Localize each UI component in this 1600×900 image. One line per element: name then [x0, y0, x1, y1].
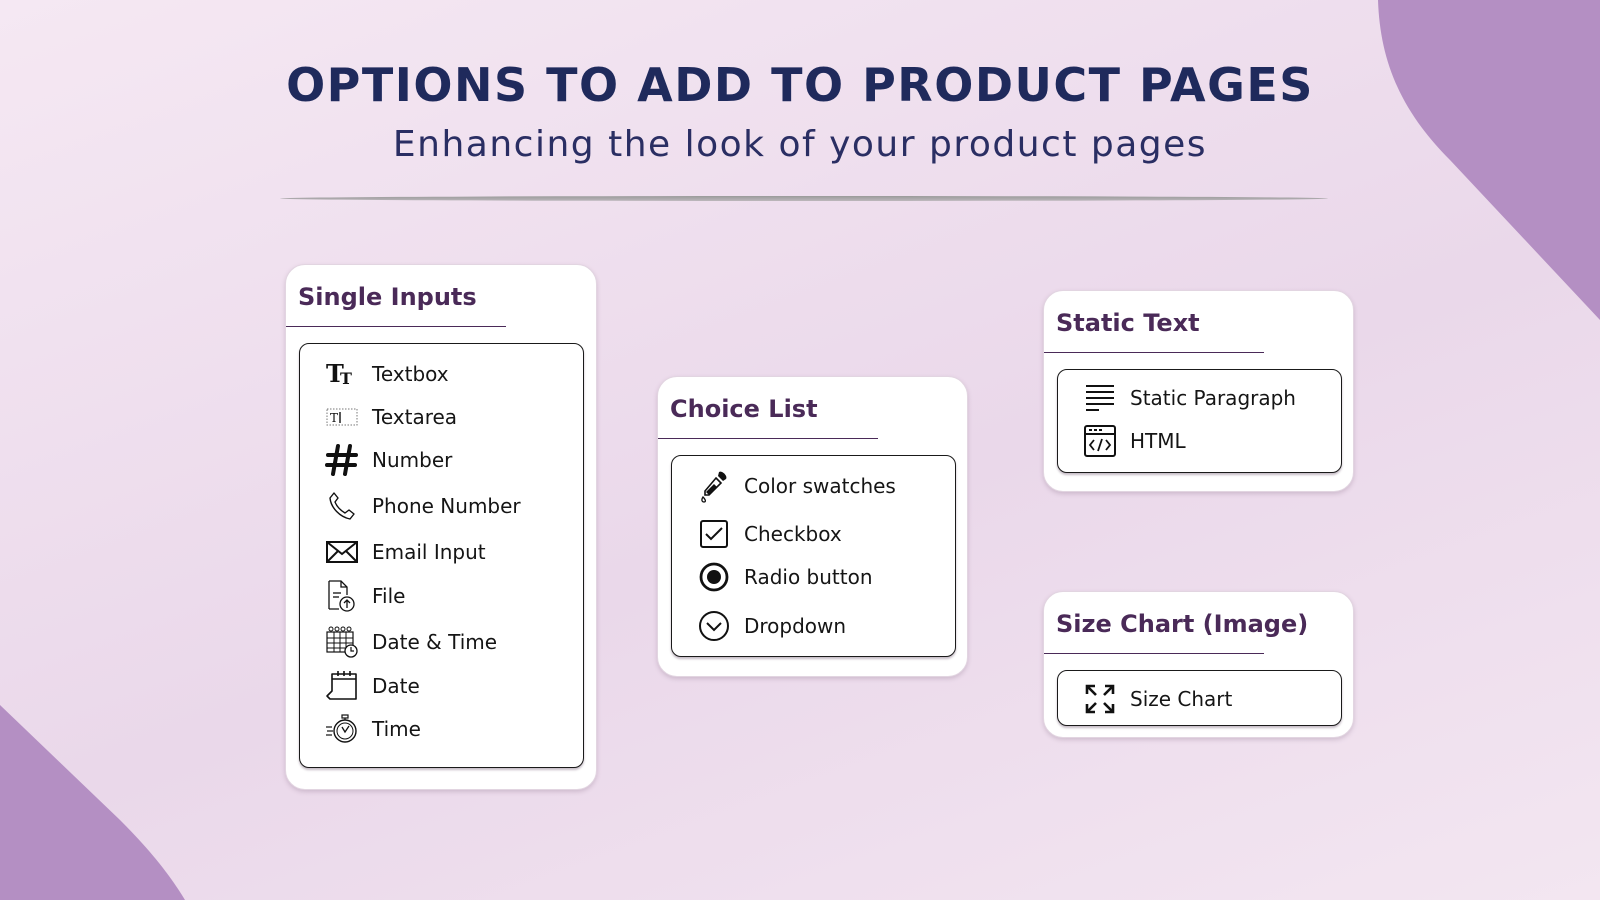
- list-item-date-time[interactable]: Date & Time: [324, 624, 497, 660]
- code-window-icon: [1082, 423, 1118, 459]
- list-item-checkbox[interactable]: Checkbox: [696, 516, 842, 552]
- options-list: Static Paragraph HTML: [1057, 369, 1342, 473]
- card-title: Size Chart (Image): [1056, 610, 1309, 638]
- card-title-underline: [1044, 352, 1264, 353]
- card-static-text: Static Text Static Paragraph HTML: [1043, 290, 1354, 492]
- card-size-chart: Size Chart (Image) Size Chart: [1043, 591, 1354, 738]
- card-single-inputs: Single Inputs TT Textbox T Textarea Numb…: [285, 264, 597, 790]
- radio-icon: [696, 559, 732, 595]
- list-item-html[interactable]: HTML: [1082, 423, 1186, 459]
- list-item-size-chart[interactable]: Size Chart: [1082, 681, 1232, 717]
- list-item-dropdown[interactable]: Dropdown: [696, 608, 846, 644]
- phone-icon: [324, 488, 360, 524]
- chevron-circle-down-icon: [696, 608, 732, 644]
- paragraph-lines-icon: [1082, 380, 1118, 416]
- card-title: Static Text: [1056, 309, 1200, 337]
- list-item-textbox[interactable]: TT Textbox: [324, 356, 449, 392]
- textarea-icon: T: [324, 399, 360, 435]
- card-title-underline: [658, 438, 878, 439]
- options-list: TT Textbox T Textarea Number Phone Numbe…: [299, 343, 584, 768]
- card-title-underline: [286, 326, 506, 327]
- list-item-static-paragraph[interactable]: Static Paragraph: [1082, 380, 1296, 416]
- text-size-icon: TT: [324, 356, 360, 392]
- header: OPTIONS TO ADD TO PRODUCT PAGES Enhancin…: [0, 58, 1600, 165]
- options-list: Color swatches Checkbox Radio button Dro…: [671, 455, 956, 657]
- list-item-color-swatches[interactable]: Color swatches: [696, 468, 896, 504]
- card-title: Single Inputs: [298, 283, 477, 311]
- page-subtitle: Enhancing the look of your product pages: [392, 124, 1208, 165]
- calendar-icon: [324, 668, 360, 704]
- card-title-underline: [1044, 653, 1264, 654]
- expand-arrows-icon: [1082, 681, 1118, 717]
- svg-text:T: T: [330, 411, 338, 425]
- list-item-textarea[interactable]: T Textarea: [324, 399, 457, 435]
- checkbox-icon: [696, 516, 732, 552]
- file-upload-icon: [324, 578, 360, 614]
- hash-icon: [324, 442, 360, 478]
- page-title: OPTIONS TO ADD TO PRODUCT PAGES: [286, 58, 1314, 112]
- card-choice-list: Choice List Color swatches Checkbox Radi…: [657, 376, 968, 677]
- list-item-phone-number[interactable]: Phone Number: [324, 488, 521, 524]
- list-item-time[interactable]: Time: [324, 711, 421, 747]
- envelope-icon: [324, 534, 360, 570]
- options-list: Size Chart: [1057, 670, 1342, 726]
- calendar-clock-icon: [324, 624, 360, 660]
- list-item-email-input[interactable]: Email Input: [324, 534, 486, 570]
- eyedropper-icon: [696, 468, 732, 504]
- decorative-blob-top-right: [1340, 0, 1600, 330]
- decorative-blob-bottom-left: [0, 670, 190, 900]
- svg-text:T: T: [340, 369, 352, 388]
- list-item-file[interactable]: File: [324, 578, 405, 614]
- card-title: Choice List: [670, 395, 818, 423]
- header-divider: [280, 196, 1328, 201]
- list-item-number[interactable]: Number: [324, 442, 452, 478]
- list-item-radio-button[interactable]: Radio button: [696, 559, 873, 595]
- list-item-date[interactable]: Date: [324, 668, 420, 704]
- stopwatch-icon: [324, 711, 360, 747]
